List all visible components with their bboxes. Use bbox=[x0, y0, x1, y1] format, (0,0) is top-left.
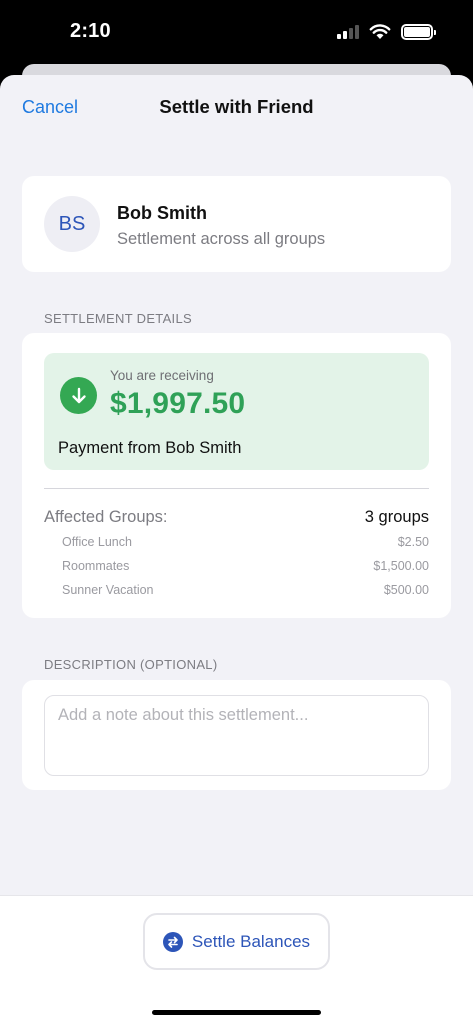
status-time: 2:10 bbox=[70, 20, 111, 42]
group-amount: $2.50 bbox=[397, 535, 429, 549]
settle-balances-label: Settle Balances bbox=[191, 931, 311, 951]
group-row: Office Lunch $2.50 bbox=[62, 535, 429, 555]
friend-subtitle: Settlement across all groups bbox=[117, 230, 326, 248]
description-input[interactable] bbox=[44, 695, 429, 776]
swap-arrows-icon bbox=[162, 931, 183, 952]
settle-balances-button[interactable]: Settle Balances bbox=[143, 913, 330, 970]
navigation-bar: Cancel Settle with Friend bbox=[0, 75, 473, 139]
receiving-summary: You are receiving $1,997.50 Payment from… bbox=[44, 353, 429, 470]
description-header: DESCRIPTION (OPTIONAL) bbox=[44, 657, 218, 672]
group-row: Sunner Vacation $500.00 bbox=[62, 583, 429, 603]
group-name: Sunner Vacation bbox=[62, 583, 154, 597]
receiving-amount: $1,997.50 bbox=[110, 387, 246, 420]
settlement-details-header: SETTLEMENT DETAILS bbox=[44, 311, 192, 326]
group-row: Roommates $1,500.00 bbox=[62, 559, 429, 579]
status-icons bbox=[337, 24, 436, 40]
affected-groups-label: Affected Groups: bbox=[44, 508, 168, 526]
friend-name: Bob Smith bbox=[117, 203, 207, 223]
page-title: Settle with Friend bbox=[159, 96, 314, 117]
receiving-label: You are receiving bbox=[110, 368, 214, 383]
status-bar: 2:10 bbox=[0, 0, 473, 64]
divider bbox=[44, 488, 429, 489]
home-indicator bbox=[152, 1010, 321, 1015]
settle-sheet: Cancel Settle with Friend BS Bob Smith S… bbox=[0, 75, 473, 1024]
cellular-signal-icon bbox=[337, 25, 359, 39]
avatar: BS bbox=[44, 196, 100, 252]
friend-card: BS Bob Smith Settlement across all group… bbox=[22, 176, 451, 272]
affected-groups-count: 3 groups bbox=[364, 508, 429, 526]
group-amount: $1,500.00 bbox=[373, 559, 429, 573]
description-card bbox=[22, 680, 451, 790]
settlement-details-card: You are receiving $1,997.50 Payment from… bbox=[22, 333, 451, 618]
wifi-icon bbox=[369, 24, 391, 39]
group-amount: $500.00 bbox=[383, 583, 429, 597]
battery-icon bbox=[401, 24, 436, 40]
arrow-down-icon bbox=[60, 377, 97, 414]
payment-from-text: Payment from Bob Smith bbox=[58, 439, 242, 457]
group-name: Roommates bbox=[62, 559, 130, 573]
bottom-action-bar: Settle Balances bbox=[0, 895, 473, 1024]
group-name: Office Lunch bbox=[62, 535, 132, 549]
